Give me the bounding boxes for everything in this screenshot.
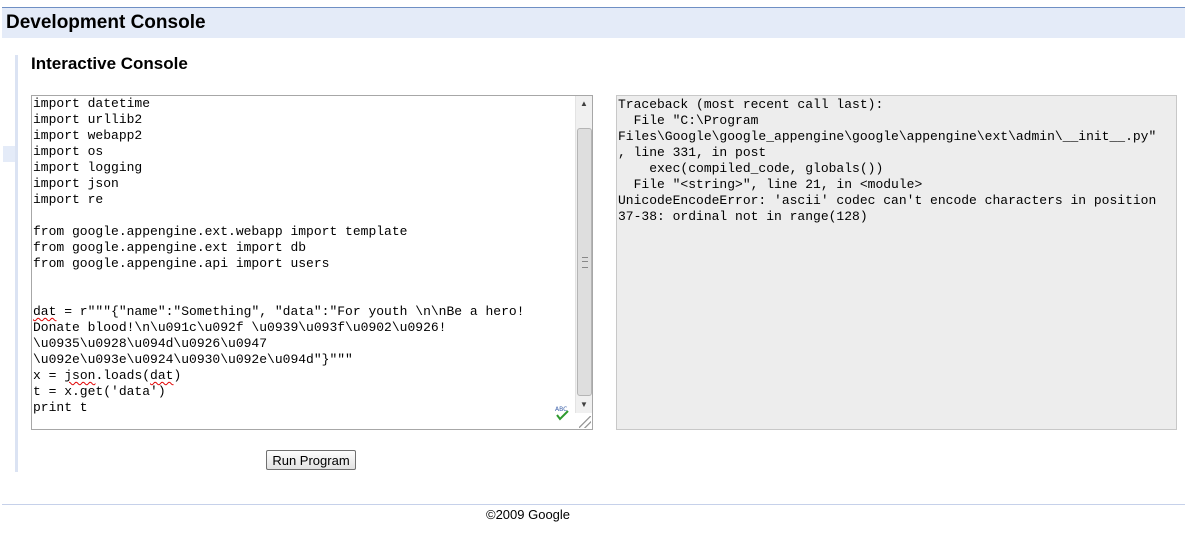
code-line: dat = r"""{"name":"Something", "data":"F… [33,304,525,319]
code-line: from google.appengine.ext.webapp import … [33,224,408,239]
textarea-resize-handle[interactable] [579,416,591,428]
misspelled-word: json [64,368,96,383]
code-line: import os [33,144,104,159]
scrollbar-grip-icon [582,257,588,268]
code-line: print t [33,400,88,415]
code-line: import webapp2 [33,128,143,143]
output-line: Files\Google\google_appengine\google\app… [618,129,1157,144]
output-line: , line 331, in post [618,145,767,160]
misspelled-word: dat [150,368,174,383]
left-nav-marker [3,146,15,162]
scrollbar-thumb[interactable] [577,128,592,396]
code-line: from google.appengine.ext import db [33,240,307,255]
scroll-down-arrow-icon[interactable]: ▼ [576,397,592,413]
code-line: \u092e\u093e\u0924\u0930\u092e\u094d"}""… [33,352,353,367]
output-line: File "C:\Program [618,113,759,128]
footer-copyright: ©2009 Google [486,507,571,522]
code-line: import logging [33,160,143,175]
code-editor-textarea[interactable]: import datetime import urllib2 import weba… [31,95,593,430]
output-line: UnicodeEncodeError: 'ascii' codec can't … [618,193,1157,208]
spellcheck-icon[interactable]: ABC [554,405,570,421]
section-title: Interactive Console [31,54,188,73]
content-left-rail [15,55,18,472]
footer-rule [2,504,1185,505]
code-line: import re [33,192,104,207]
code-line: \u0935\u0928\u094d\u0926\u0947 [33,336,268,351]
output-line: Traceback (most recent call last): [618,97,884,112]
output-panel: Traceback (most recent call last): File … [616,95,1177,430]
output-text: Traceback (most recent call last): File … [618,97,1156,225]
svg-text:ABC: ABC [555,406,567,413]
output-line: 37-38: ordinal not in range(128) [618,209,868,224]
header-bar: Development Console [2,8,1185,38]
editor-vertical-scrollbar[interactable]: ▲ ▼ [575,96,592,413]
code-line: import json [33,176,119,191]
code-line: t = x.get('data') [33,384,166,399]
code-line: Donate blood!\n\u091c\u092f \u0939\u093f… [33,320,447,335]
code-line: from google.appengine.api import users [33,256,330,271]
code-line: import datetime [33,96,151,111]
code-text[interactable]: import datetime import urllib2 import weba… [33,96,524,416]
code-line: x = json.loads(dat) [33,368,182,383]
run-program-button[interactable]: Run Program [266,450,356,470]
scroll-up-arrow-icon[interactable]: ▲ [576,96,592,112]
output-line: File "<string>", line 21, in <module> [618,177,923,192]
code-line: import urllib2 [33,112,143,127]
page-title: Development Console [6,12,206,33]
output-line: exec(compiled_code, globals()) [618,161,884,176]
misspelled-word: dat [33,304,57,319]
